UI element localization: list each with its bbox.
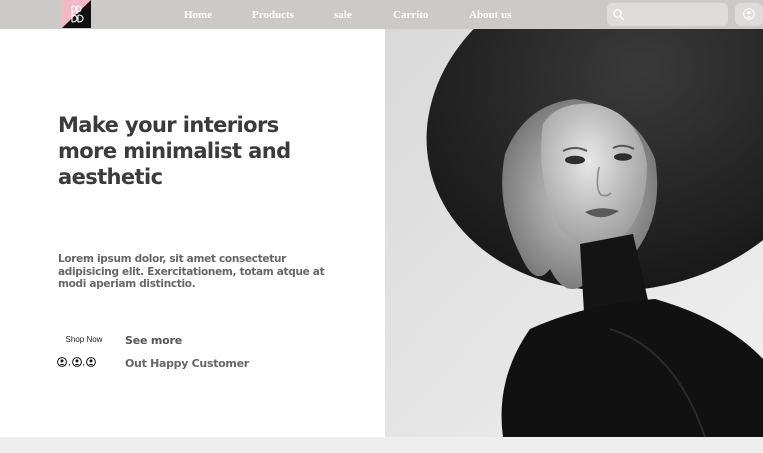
search-box: [607, 3, 728, 26]
hero-title: Make your interiors more minimalist and …: [58, 113, 291, 189]
search-icon[interactable]: [612, 8, 625, 21]
see-more-link[interactable]: See more: [125, 333, 182, 348]
shop-now-button[interactable]: Shop Now: [58, 333, 110, 347]
search-input[interactable]: [629, 5, 723, 24]
portrait-photo: [385, 29, 763, 437]
separator: ,: [82, 357, 86, 367]
hero-description: Lorem ipsum dolor, sit amet consectetur …: [58, 253, 325, 290]
nav-link-about-us[interactable]: About us: [469, 8, 512, 22]
brand-logo[interactable]: [62, 0, 91, 28]
user-icon: [71, 357, 82, 367]
hero-portrait-image: [385, 29, 763, 437]
account-button[interactable]: [735, 3, 763, 26]
hero-section: [0, 29, 385, 437]
user-icon: [743, 8, 755, 20]
brand-logo-icon: [62, 0, 91, 28]
happy-customers-label: Out Happy Customer: [125, 357, 249, 370]
happy-customers-avatars: , ,: [57, 357, 96, 368]
nav-link-sale[interactable]: sale: [334, 8, 352, 22]
nav-link-products[interactable]: Products: [252, 8, 294, 22]
user-icon: [57, 357, 67, 367]
user-icon: [86, 357, 96, 367]
separator: ,: [68, 357, 71, 367]
nav-link-carrito[interactable]: Carrito: [393, 8, 428, 22]
top-navbar: Home Products sale Carrito About us: [0, 0, 763, 29]
page-footer-strip: [0, 437, 763, 453]
nav-link-home[interactable]: Home: [184, 8, 212, 22]
